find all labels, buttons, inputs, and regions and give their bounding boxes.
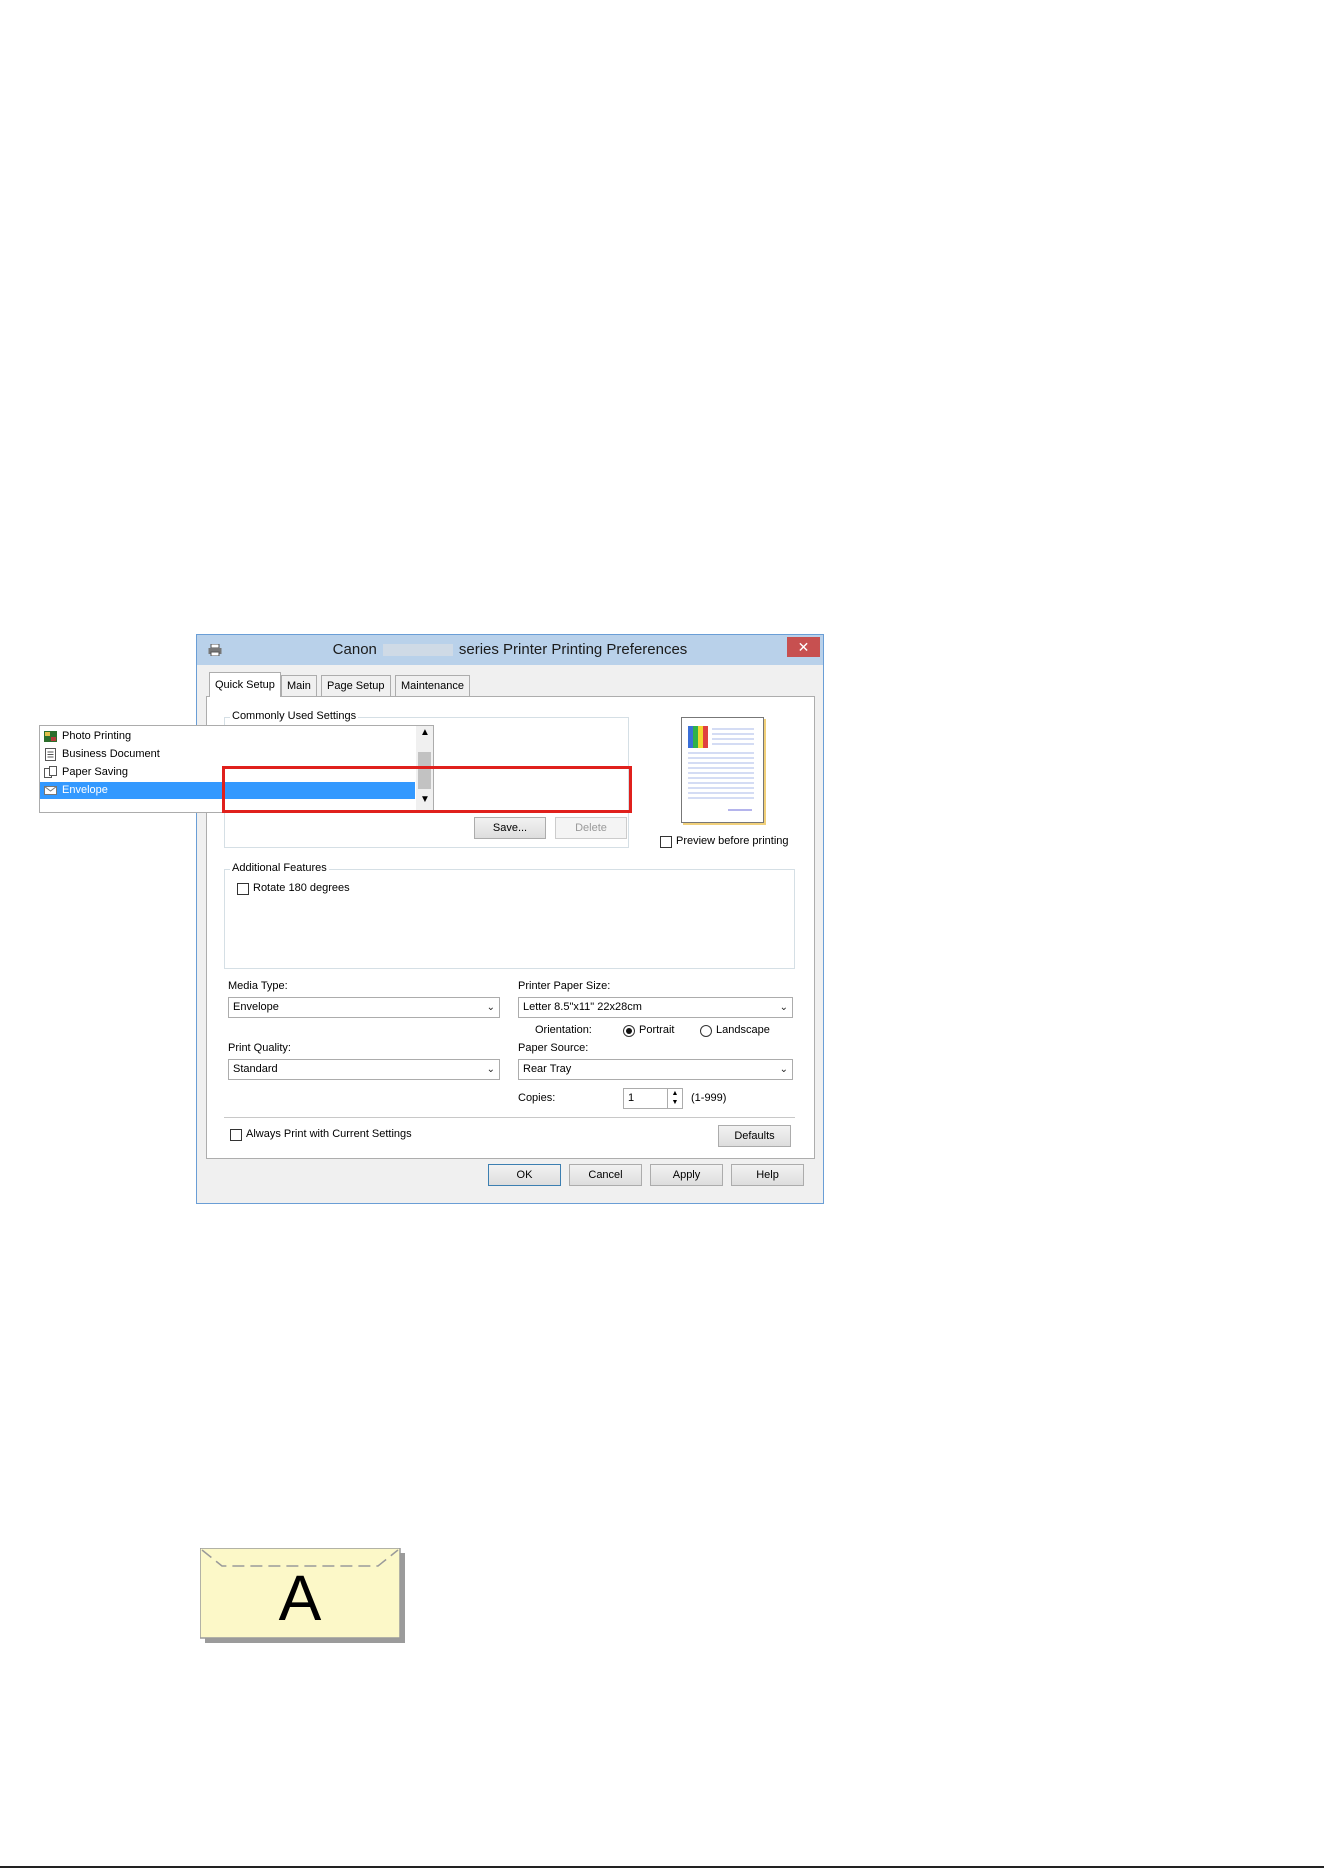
envelope-illustration: A (199, 1547, 405, 1643)
portrait-radio[interactable] (623, 1025, 635, 1037)
always-print-checkbox[interactable] (230, 1129, 242, 1141)
list-item-label: Photo Printing (62, 730, 132, 742)
chevron-down-icon: ⌄ (779, 1002, 788, 1013)
delete-button[interactable]: Delete (555, 817, 627, 839)
paper-source-value: Rear Tray (523, 1063, 572, 1075)
cancel-button[interactable]: Cancel (569, 1164, 642, 1186)
paper-size-select[interactable]: Letter 8.5"x11" 22x28cm ⌄ (518, 997, 793, 1018)
chevron-down-icon: ⌄ (486, 1002, 495, 1013)
paper-size-value: Letter 8.5"x11" 22x28cm (523, 1001, 642, 1013)
paper-saving-icon (44, 766, 57, 778)
document-icon (45, 748, 56, 761)
paper-source-label: Paper Source: (518, 1042, 589, 1054)
window-title: Canon series Printer Printing Preferences (197, 635, 823, 665)
always-print-label: Always Print with Current Settings (246, 1128, 412, 1140)
portrait-label: Portrait (639, 1024, 675, 1036)
title-bar[interactable]: Canon series Printer Printing Preferences… (197, 635, 823, 665)
copies-input[interactable]: 1 ▲ ▼ (623, 1088, 683, 1109)
tab-main[interactable]: Main (281, 675, 317, 696)
orientation-label: Orientation: (535, 1024, 592, 1036)
print-quality-value: Standard (233, 1063, 278, 1075)
rotate-checkbox[interactable] (237, 883, 249, 895)
tab-page-setup[interactable]: Page Setup (321, 675, 391, 696)
print-quality-select[interactable]: Standard ⌄ (228, 1059, 500, 1080)
copies-spinner[interactable]: ▲ ▼ (667, 1089, 682, 1108)
title-suffix: series Printer Printing Preferences (458, 641, 688, 658)
list-item[interactable]: Business Document (40, 746, 415, 763)
list-item-label: Envelope (62, 784, 108, 796)
separator (224, 1117, 795, 1118)
list-item-label: Paper Saving (62, 766, 129, 778)
page-preview (681, 717, 764, 823)
paper-size-label: Printer Paper Size: (518, 980, 611, 992)
title-prefix: Canon (332, 641, 377, 658)
chevron-down-icon: ⌄ (486, 1064, 495, 1075)
apply-button[interactable]: Apply (650, 1164, 723, 1186)
additional-features-label: Additional Features (230, 862, 329, 874)
chevron-down-icon: ⌄ (779, 1064, 788, 1075)
help-button[interactable]: Help (731, 1164, 804, 1186)
copies-label: Copies: (518, 1092, 556, 1104)
close-button[interactable]: ✕ (787, 637, 820, 657)
tab-maintenance[interactable]: Maintenance (395, 675, 470, 696)
bottom-edge-line (0, 1866, 1324, 1868)
photo-icon (44, 731, 57, 742)
envelope-letter: A (278, 1562, 322, 1634)
media-type-value: Envelope (233, 1001, 279, 1013)
highlight-box (222, 766, 632, 813)
media-type-select[interactable]: Envelope ⌄ (228, 997, 500, 1018)
preview-page-icon (688, 726, 754, 811)
landscape-radio[interactable] (700, 1025, 712, 1037)
list-item[interactable]: Photo Printing (40, 728, 415, 745)
ok-button[interactable]: OK (488, 1164, 561, 1186)
envelope-icon (44, 786, 57, 795)
copies-range: (1-999) (691, 1092, 727, 1104)
redacted-model (382, 644, 453, 657)
media-type-label: Media Type: (228, 980, 288, 992)
landscape-label: Landscape (716, 1024, 770, 1036)
scroll-up-icon[interactable]: ▲ (420, 727, 430, 738)
preview-label: Preview before printing (676, 835, 789, 847)
paper-source-select[interactable]: Rear Tray ⌄ (518, 1059, 793, 1080)
defaults-button[interactable]: Defaults (718, 1125, 791, 1147)
list-item-label: Business Document (62, 748, 160, 760)
copies-value: 1 (628, 1092, 635, 1104)
rotate-label: Rotate 180 degrees (253, 882, 350, 894)
print-quality-label: Print Quality: (228, 1042, 291, 1054)
tab-quick-setup[interactable]: Quick Setup (209, 672, 281, 697)
preview-checkbox[interactable] (660, 836, 672, 848)
commonly-used-label: Commonly Used Settings (230, 710, 359, 722)
save-button[interactable]: Save... (474, 817, 546, 839)
